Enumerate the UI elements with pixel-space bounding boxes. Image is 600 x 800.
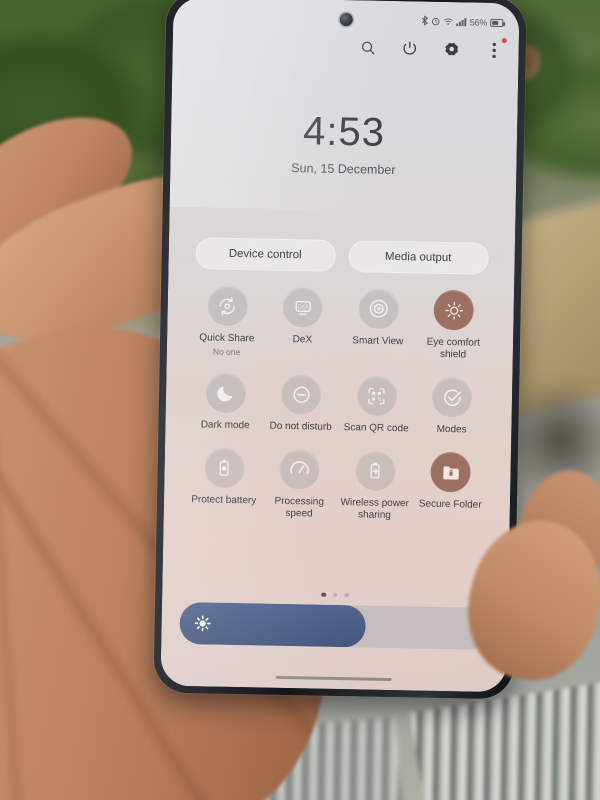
tile-scan-qr-code[interactable]: Scan QR code bbox=[338, 375, 415, 435]
tile-label: Dark mode bbox=[200, 419, 250, 432]
tile-sublabel: No one bbox=[212, 346, 241, 358]
page-dot[interactable] bbox=[321, 592, 327, 597]
quick-settings-grid: Quick Share No one DeX DeX Smart View Ey… bbox=[186, 285, 492, 524]
smart-view-icon bbox=[358, 288, 399, 330]
screen-glare bbox=[169, 0, 520, 214]
tile-label: Scan QR code bbox=[343, 422, 409, 435]
status-bar: 56% bbox=[421, 15, 504, 29]
tile-label: Wireless power sharing bbox=[340, 497, 409, 522]
alarm-icon bbox=[431, 16, 440, 27]
processing-speed-icon bbox=[279, 448, 321, 490]
wireless-power-sharing-icon bbox=[354, 450, 396, 492]
tile-label: Do not disturb bbox=[269, 420, 332, 433]
battery-percent-label: 56% bbox=[469, 17, 488, 28]
front-camera-punch-hole bbox=[339, 12, 353, 27]
clock-block: 4:53 Sun, 15 December bbox=[170, 109, 517, 180]
tile-protect-battery[interactable]: Protect battery bbox=[186, 447, 263, 519]
moon-icon bbox=[205, 372, 247, 414]
quick-panel-toolbar bbox=[357, 36, 507, 61]
phone-screen: 56% 4:53 Sun, 15 December Device control… bbox=[160, 0, 520, 693]
tile-label: Secure Folder bbox=[418, 498, 482, 511]
gesture-home-bar[interactable] bbox=[275, 675, 392, 682]
svg-text:DeX: DeX bbox=[298, 304, 309, 310]
dex-icon: DeX bbox=[282, 286, 324, 328]
tile-label: Processing speed bbox=[274, 495, 325, 520]
page-dot[interactable] bbox=[344, 592, 349, 598]
brightness-slider[interactable] bbox=[179, 601, 490, 650]
power-icon[interactable] bbox=[398, 37, 420, 59]
clock-date: Sun, 15 December bbox=[291, 161, 396, 178]
tile-dark-mode[interactable]: Dark mode bbox=[187, 372, 264, 432]
tile-quick-share[interactable]: Quick Share No one bbox=[189, 285, 266, 357]
secure-folder-icon bbox=[430, 451, 472, 493]
cellular-signal-icon bbox=[455, 17, 467, 28]
modes-check-icon bbox=[431, 376, 473, 418]
tile-label: Smart View bbox=[352, 335, 404, 348]
tile-label: Quick Share bbox=[199, 332, 255, 345]
tile-smart-view[interactable]: Smart View bbox=[340, 288, 417, 360]
notification-badge-dot bbox=[501, 38, 507, 44]
do-not-disturb-icon bbox=[280, 373, 322, 415]
tile-label: Modes bbox=[436, 423, 467, 436]
tile-do-not-disturb[interactable]: Do not disturb bbox=[263, 373, 340, 434]
media-output-button[interactable]: Media output bbox=[347, 240, 489, 275]
tile-label: Protect battery bbox=[191, 494, 257, 507]
wifi-icon bbox=[443, 16, 453, 27]
tile-wireless-power-sharing[interactable]: Wireless power sharing bbox=[337, 450, 414, 522]
tile-label: Eye comfort shield bbox=[426, 336, 481, 361]
clock-time: 4:53 bbox=[302, 109, 386, 155]
more-options-icon[interactable] bbox=[482, 38, 507, 61]
brightness-sun-icon bbox=[193, 614, 211, 632]
quick-share-icon bbox=[207, 285, 248, 327]
device-control-button[interactable]: Device control bbox=[194, 237, 336, 272]
tile-eye-comfort-shield[interactable]: Eye comfort shield bbox=[415, 289, 492, 361]
bluetooth-icon bbox=[421, 15, 428, 27]
battery-icon bbox=[490, 19, 504, 27]
settings-gear-icon[interactable] bbox=[440, 38, 462, 60]
protect-battery-icon bbox=[203, 447, 245, 489]
eye-comfort-shield-icon bbox=[433, 289, 475, 331]
tile-modes[interactable]: Modes bbox=[414, 376, 491, 436]
tile-secure-folder[interactable]: Secure Folder bbox=[412, 451, 489, 523]
tile-label: DeX bbox=[292, 334, 313, 346]
search-icon[interactable] bbox=[357, 36, 379, 58]
qr-code-icon bbox=[356, 375, 398, 417]
photo-scene: 56% 4:53 Sun, 15 December Device control… bbox=[0, 0, 600, 800]
tile-dex[interactable]: DeX DeX bbox=[264, 286, 341, 359]
page-indicator bbox=[162, 589, 508, 600]
pill-button-row: Device control Media output bbox=[168, 237, 515, 276]
page-dot[interactable] bbox=[332, 592, 338, 597]
tile-processing-speed[interactable]: Processing speed bbox=[261, 448, 338, 521]
